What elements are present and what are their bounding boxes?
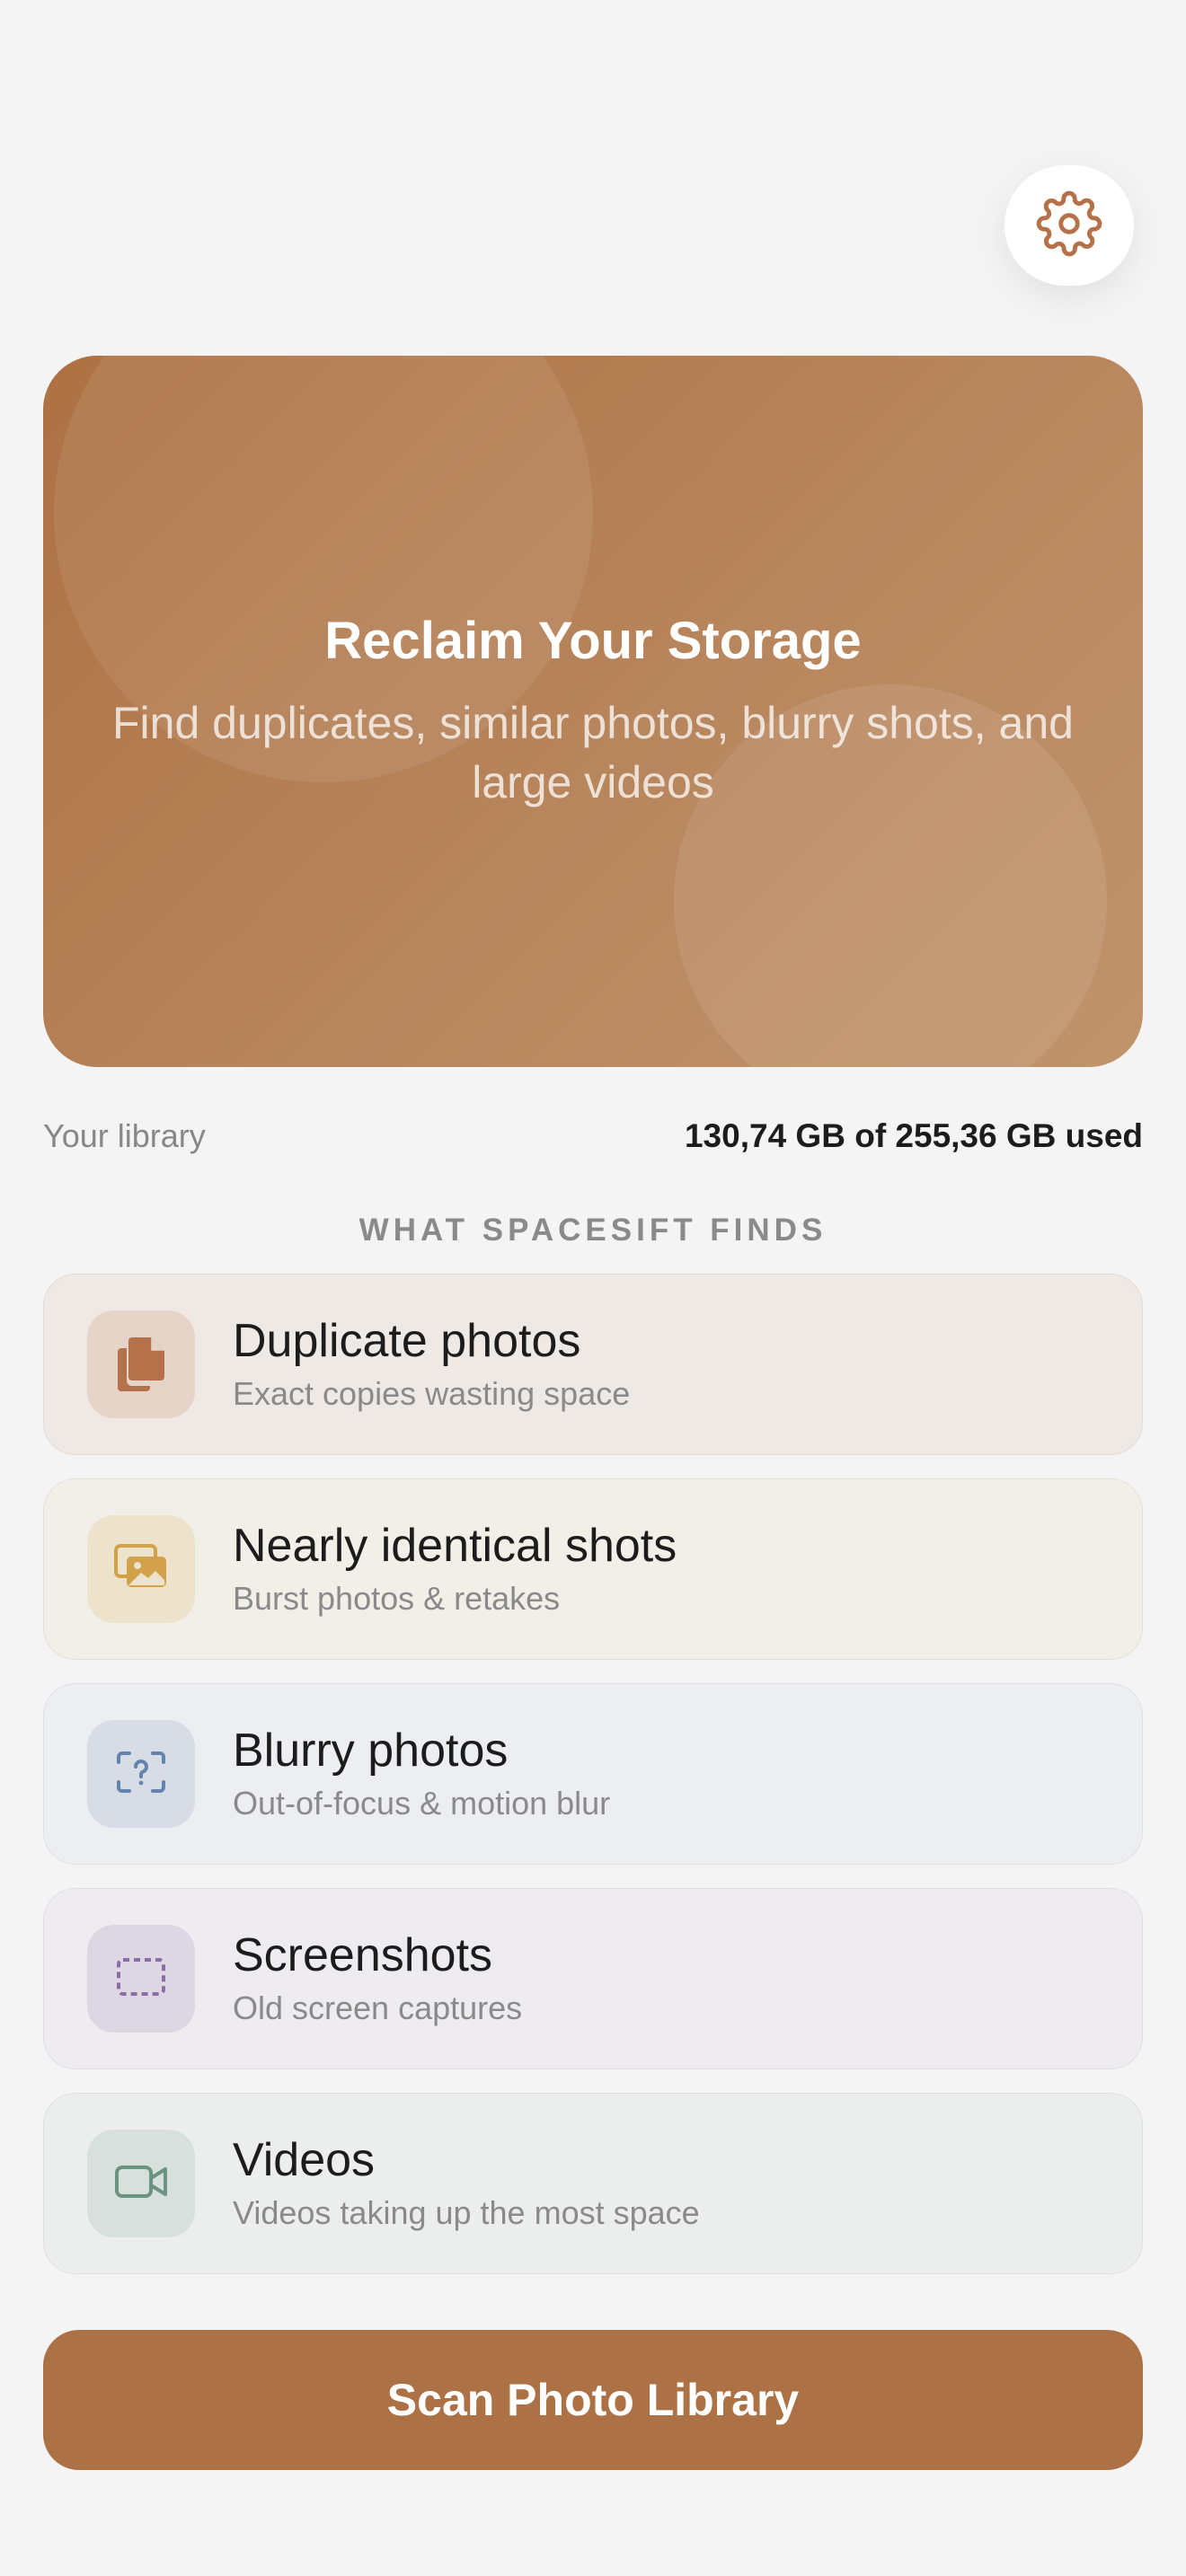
duplicate-photos-card[interactable]: Duplicate photos Exact copies wasting sp…: [43, 1274, 1143, 1455]
settings-button[interactable]: [1005, 165, 1134, 286]
library-usage-value: 130,74 GB of 255,36 GB used: [684, 1117, 1143, 1154]
screenshots-card[interactable]: Screenshots Old screen captures: [43, 1888, 1143, 2069]
photo-stack-icon: [112, 1542, 170, 1597]
icon-tile: [87, 1515, 195, 1623]
card-subtitle: Old screen captures: [233, 1989, 523, 2026]
blurry-photos-card[interactable]: Blurry photos Out-of-focus & motion blur: [43, 1683, 1143, 1865]
videos-card[interactable]: Videos Videos taking up the most space: [43, 2093, 1143, 2274]
nearly-identical-card[interactable]: Nearly identical shots Burst photos & re…: [43, 1478, 1143, 1660]
card-subtitle: Out-of-focus & motion blur: [233, 1785, 611, 1822]
card-subtitle: Videos taking up the most space: [233, 2194, 700, 2231]
card-title: Nearly identical shots: [233, 1520, 677, 1572]
gear-icon: [1036, 190, 1102, 261]
icon-tile: [87, 2130, 195, 2237]
hero-banner: Reclaim Your Storage Find duplicates, si…: [43, 356, 1143, 1067]
duplicate-files-icon: [114, 1334, 168, 1396]
screenshot-icon: [115, 1956, 167, 2002]
blur-question-icon: [115, 1750, 167, 1799]
hero-subtitle: Find duplicates, similar photos, blurry …: [112, 698, 1074, 807]
video-camera-icon: [113, 2162, 169, 2206]
section-heading: WHAT SPACESIFT FINDS: [358, 1213, 828, 1248]
library-usage-row: Your library 130,74 GB of 255,36 GB used: [43, 1117, 1143, 1162]
library-label: Your library: [43, 1117, 206, 1154]
icon-tile: [87, 1310, 195, 1418]
icon-tile: [87, 1925, 195, 2033]
card-subtitle: Exact copies wasting space: [233, 1375, 631, 1412]
card-title: Videos: [233, 2134, 376, 2186]
card-title: Blurry photos: [233, 1725, 509, 1777]
card-subtitle: Burst photos & retakes: [233, 1580, 561, 1617]
scan-photo-library-button[interactable]: Scan Photo Library: [43, 2330, 1143, 2470]
card-title: Duplicate photos: [233, 1315, 581, 1367]
icon-tile: [87, 1720, 195, 1828]
hero-title: Reclaim Your Storage: [324, 612, 862, 670]
card-title: Screenshots: [233, 1929, 493, 1981]
